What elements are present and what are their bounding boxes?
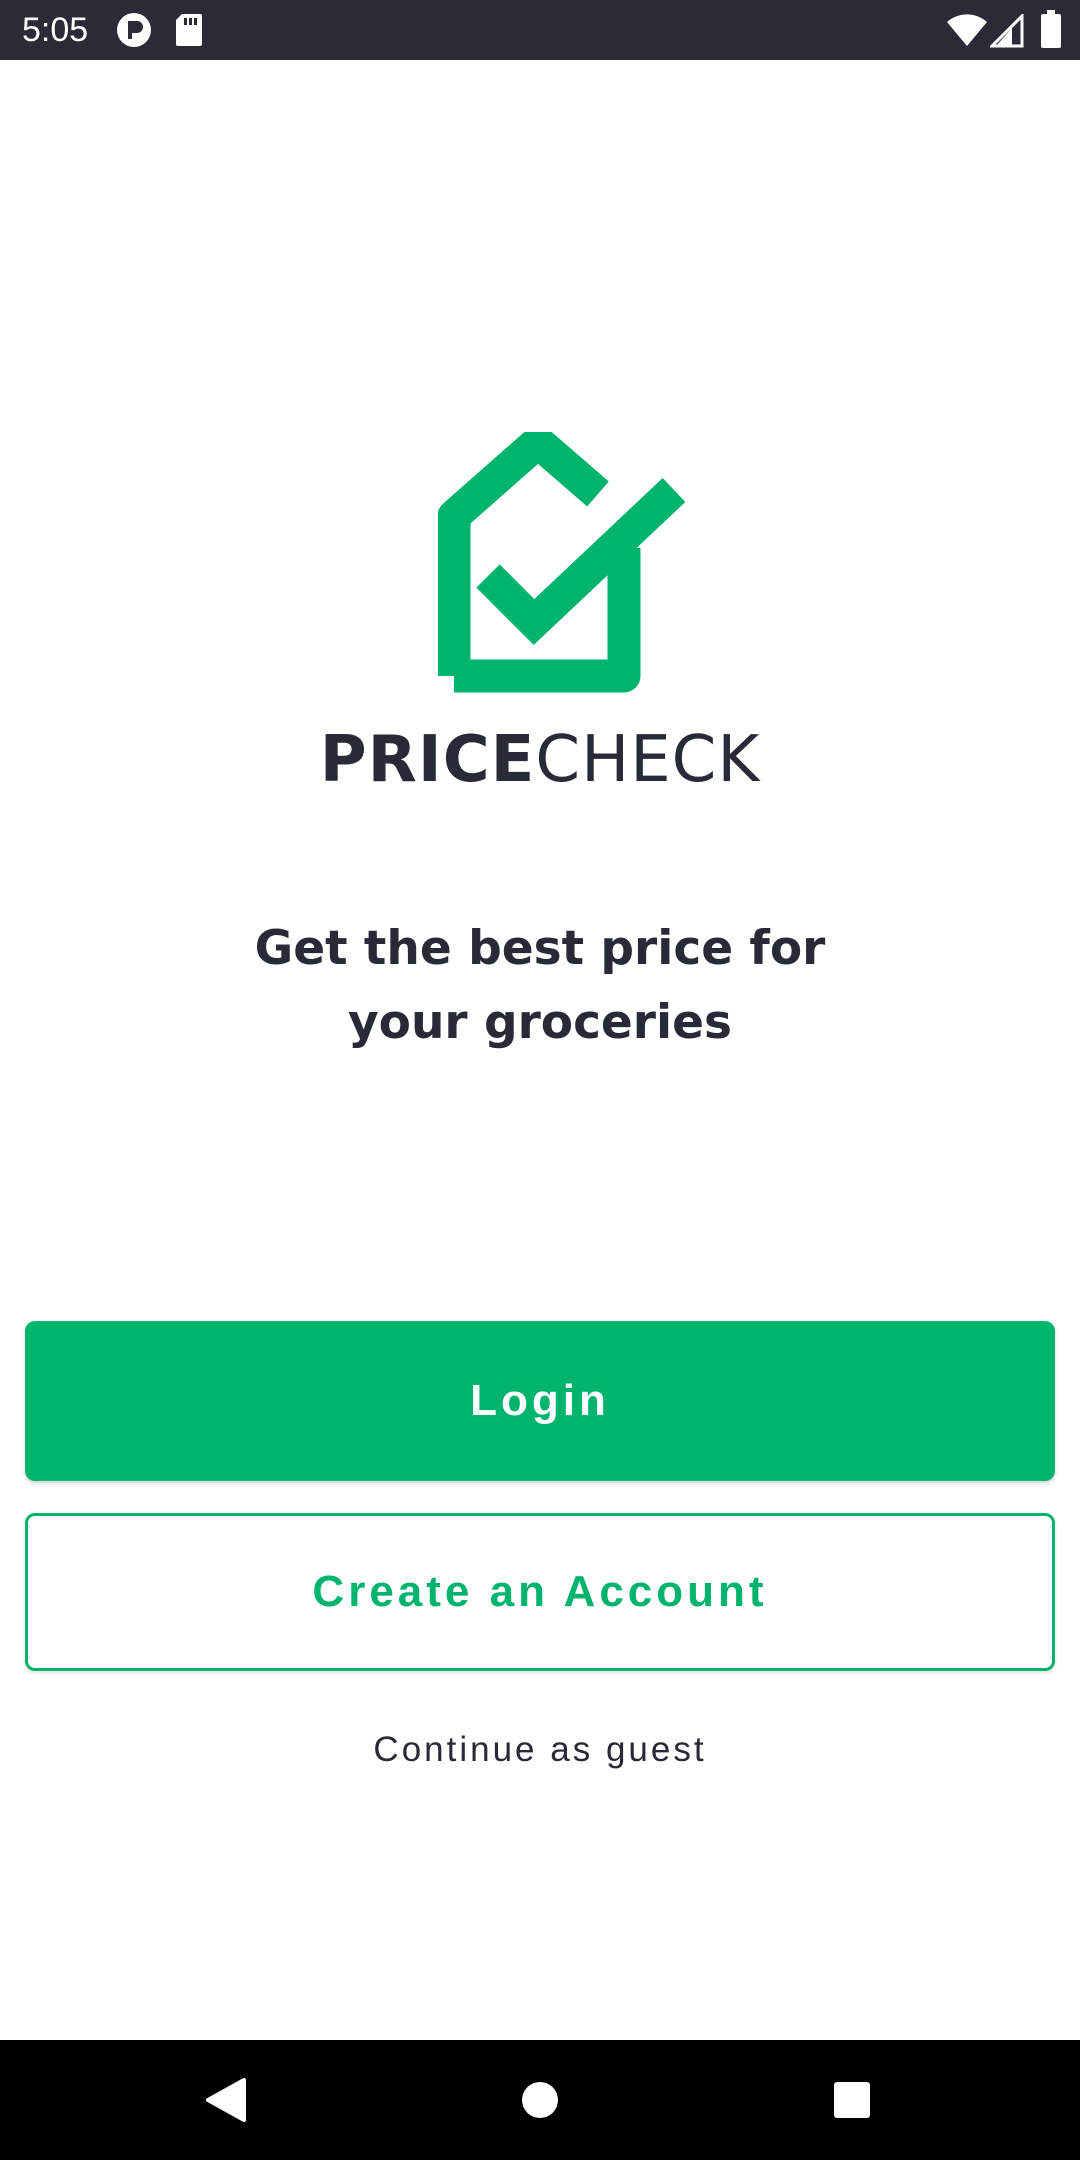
tagline: Get the best price for your groceries xyxy=(140,912,940,1060)
cell-signal-icon xyxy=(988,12,1024,53)
status-time: 5:05 xyxy=(22,11,89,49)
battery-icon xyxy=(1040,10,1062,53)
brand-wordmark: PRICECHECK xyxy=(0,722,1080,798)
create-account-button-label: Create an Account xyxy=(312,1567,768,1616)
system-nav-bar xyxy=(0,2040,1080,2160)
tagline-line-1: Get the best price for xyxy=(254,921,826,976)
brand-name-bold: PRICE xyxy=(319,723,536,797)
home-icon[interactable] xyxy=(510,2070,570,2130)
recents-icon[interactable] xyxy=(822,2070,882,2130)
app-notification-icon xyxy=(116,12,152,53)
back-icon[interactable] xyxy=(196,2070,256,2130)
wifi-icon xyxy=(946,14,988,53)
continue-as-guest-link[interactable]: Continue as guest xyxy=(0,1722,1080,1778)
login-button-label: Login xyxy=(470,1376,610,1425)
brand-name-light: CHECK xyxy=(535,723,761,797)
status-bar: 5:05 xyxy=(0,0,1080,60)
create-account-button[interactable]: Create an Account xyxy=(25,1513,1055,1671)
sd-card-icon xyxy=(174,12,204,53)
price-tag-check-icon xyxy=(437,425,688,708)
tagline-line-2: your groceries xyxy=(348,995,732,1050)
welcome-screen: 5:05 PRICECHECK Get the best price for y… xyxy=(0,0,1080,2160)
login-button[interactable]: Login xyxy=(25,1321,1055,1481)
